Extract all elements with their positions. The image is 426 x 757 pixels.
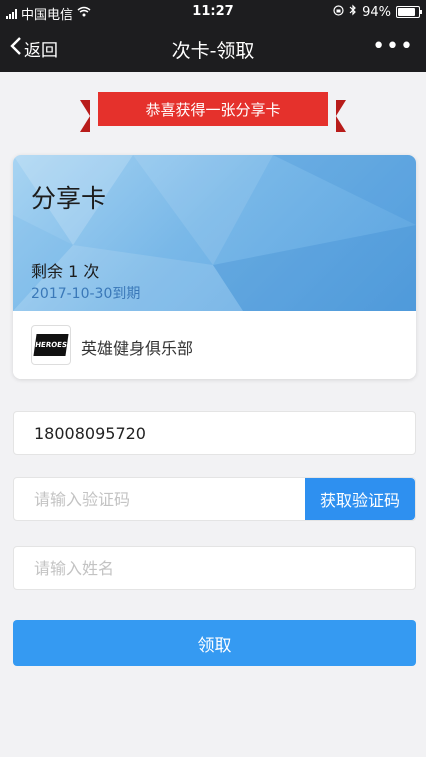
card-name: 分享卡 bbox=[31, 184, 107, 213]
remaining-count: 剩余 1 次 bbox=[31, 262, 100, 281]
share-card: 分享卡 剩余 1 次 2017-10-30到期 HEROES 英雄健身俱乐部 bbox=[13, 155, 416, 379]
page-title: 次卡-领取 bbox=[171, 40, 255, 62]
club-name: 英雄健身俱乐部 bbox=[81, 339, 194, 358]
bluetooth-icon bbox=[349, 4, 357, 20]
name-field bbox=[13, 546, 416, 590]
congrats-ribbon: 恭喜获得一张分享卡 bbox=[80, 92, 346, 132]
ribbon-tail-left bbox=[80, 100, 90, 132]
club-logo: HEROES bbox=[31, 325, 71, 365]
card-footer: HEROES 英雄健身俱乐部 bbox=[13, 311, 416, 379]
verification-code-input[interactable] bbox=[14, 478, 306, 520]
nav-bar: 返回 次卡-领取 ••• bbox=[0, 24, 426, 72]
more-button[interactable]: ••• bbox=[372, 34, 414, 59]
get-code-button[interactable]: 获取验证码 bbox=[305, 478, 415, 520]
battery-percent: 94% bbox=[362, 4, 391, 20]
ribbon-text: 恭喜获得一张分享卡 bbox=[98, 92, 328, 126]
battery-icon bbox=[396, 6, 422, 18]
club-logo-mark: HEROES bbox=[33, 334, 69, 356]
expiry-date: 2017-10-30到期 bbox=[31, 286, 141, 302]
card-header: 分享卡 剩余 1 次 2017-10-30到期 bbox=[13, 155, 416, 311]
name-input[interactable] bbox=[14, 547, 415, 589]
verification-code-field: 获取验证码 bbox=[13, 477, 416, 521]
ribbon-tail-right bbox=[336, 100, 346, 132]
battery-fill bbox=[398, 8, 415, 16]
orientation-lock-icon bbox=[333, 4, 344, 20]
claim-button[interactable]: 领取 bbox=[13, 620, 416, 666]
phone-field bbox=[13, 411, 416, 455]
status-bar: 中国电信 11:27 94% bbox=[0, 0, 426, 24]
phone-input[interactable] bbox=[14, 412, 415, 454]
status-right: 94% bbox=[333, 4, 422, 20]
